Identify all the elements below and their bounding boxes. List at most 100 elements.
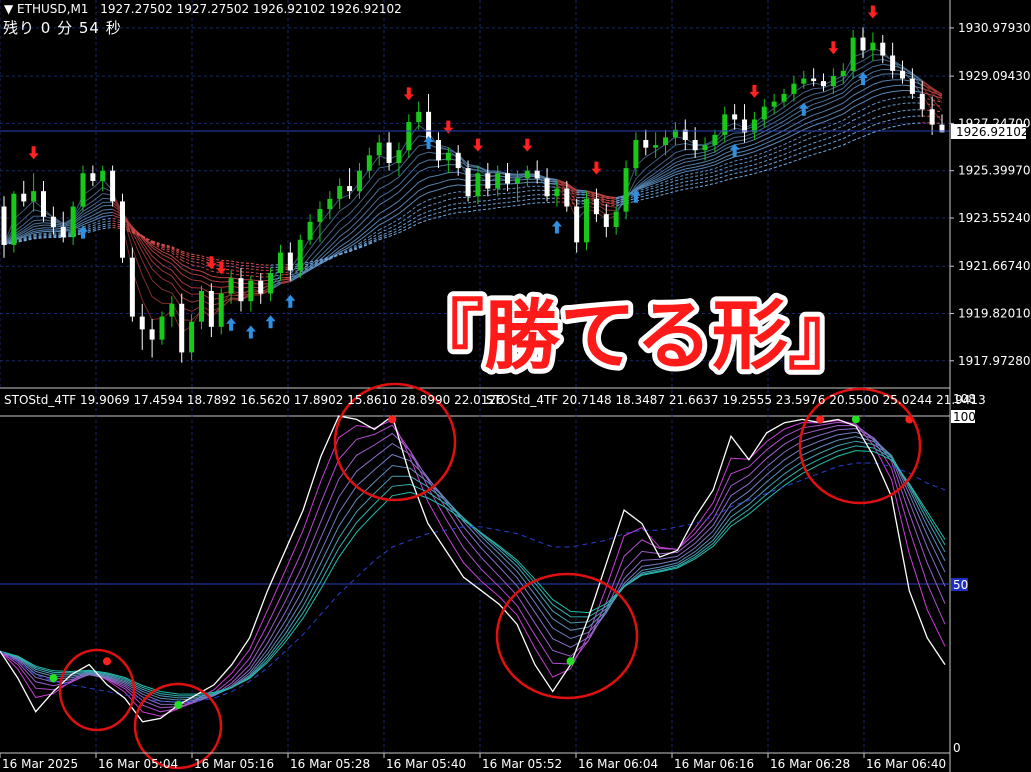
banner-title: 『勝てる形』	[408, 291, 864, 380]
candle-body	[712, 134, 718, 146]
candle-body	[208, 290, 214, 327]
ema-line-segment	[280, 276, 291, 279]
candle-body	[751, 119, 757, 133]
candle-body	[70, 206, 76, 238]
candle-body	[574, 206, 580, 243]
candle-body	[880, 42, 886, 56]
candle-body	[830, 75, 836, 87]
candle-body	[1, 206, 7, 245]
price-tick-label: 1930.97930	[958, 21, 1031, 35]
candle-body	[40, 191, 46, 217]
candle-body	[791, 83, 797, 94]
ema-line-segment	[576, 190, 587, 192]
sell-signal-dot	[102, 657, 111, 666]
candle-body	[416, 111, 422, 123]
candle-body	[870, 42, 876, 51]
candle-body	[119, 201, 125, 258]
candle-body	[129, 257, 135, 317]
candle-body	[406, 122, 412, 151]
candle-body	[396, 150, 402, 164]
candle-body	[169, 303, 175, 317]
candle-body	[90, 173, 96, 181]
symbol-label: ▼ ETHUSD,M1 1927.27502 1927.27502 1926.9…	[4, 2, 402, 16]
countdown-label: 残り 0 分 54 秒	[3, 19, 122, 37]
symbol-text: ETHUSD,M1	[17, 2, 88, 16]
candle-body	[742, 119, 748, 133]
candle-body	[722, 114, 728, 135]
candle-body	[593, 198, 599, 215]
candle-body	[347, 186, 353, 192]
candle-body	[909, 78, 915, 94]
candle-body	[732, 114, 738, 120]
candle-body	[287, 252, 293, 271]
candle-body	[781, 93, 787, 102]
candle-body	[643, 139, 649, 148]
candle-body	[198, 290, 204, 322]
candle-body	[31, 191, 37, 202]
candle-body	[850, 37, 856, 71]
candle-body	[840, 70, 846, 76]
candle-body	[426, 111, 432, 140]
sell-signal-dot	[816, 415, 825, 424]
buy-signal-dot	[174, 700, 183, 709]
candle-body	[337, 186, 343, 199]
time-tick-label: 16 Mar 06:28	[770, 757, 850, 771]
sell-signal-dot	[388, 415, 397, 424]
collapse-triangle-icon[interactable]: ▼	[4, 2, 17, 16]
candle-body	[900, 70, 906, 79]
ohlc-text: 1927.27502 1927.27502 1926.92102 1926.92…	[100, 2, 402, 16]
time-tick-label: 16 Mar 05:16	[194, 757, 274, 771]
buy-signal-dot	[566, 657, 575, 666]
buy-signal-dot	[851, 415, 860, 424]
candle-body	[149, 329, 155, 340]
candle-body	[475, 173, 481, 197]
candle-body	[277, 252, 283, 274]
osc-tick-50: 50	[953, 578, 968, 592]
candle-body	[623, 168, 629, 212]
candle-body	[110, 170, 116, 202]
buy-signal-dot	[49, 674, 58, 683]
candle-body	[386, 142, 392, 164]
candle-body	[327, 198, 333, 210]
candle-body	[60, 226, 66, 238]
candle-body	[139, 316, 145, 330]
candle-body	[356, 170, 362, 192]
candle-body	[238, 278, 244, 302]
candle-body	[258, 280, 264, 294]
candle-body	[495, 173, 501, 189]
chart-canvas: ▼ ETHUSD,M1 1927.27502 1927.27502 1926.9…	[0, 0, 1031, 772]
time-tick-label: 16 Mar 05:28	[290, 757, 370, 771]
candle-body	[544, 178, 550, 197]
candle-body	[633, 139, 639, 169]
candle-body	[268, 273, 274, 294]
price-tick-label: 1929.09430	[958, 69, 1031, 83]
candle-body	[811, 78, 817, 82]
indicator-label-1: STOStd_4TF 19.9069 17.4594 18.7892 16.56…	[4, 393, 504, 407]
time-tick-label: 16 Mar 06:04	[578, 757, 658, 771]
time-tick-label: 16 Mar 05:04	[98, 757, 178, 771]
ema-line-segment	[448, 171, 459, 174]
time-tick-label: 16 Mar 05:40	[386, 757, 466, 771]
candle-body	[860, 37, 866, 51]
candle-body	[21, 193, 27, 202]
candle-body	[455, 152, 461, 169]
time-tick-label: 16 Mar 06:16	[674, 757, 754, 771]
candle-body	[297, 239, 303, 271]
osc-tick-0: 0	[953, 741, 961, 755]
candle-body	[11, 193, 17, 245]
current-price-tag: 1926.92102	[951, 124, 1029, 139]
candle-body	[771, 101, 777, 107]
candle-body	[465, 168, 471, 197]
candle-body	[524, 170, 530, 179]
candle-body	[761, 106, 767, 120]
candle-body	[663, 137, 669, 146]
candle-body	[514, 178, 520, 184]
time-tick-label: 16 Mar 05:52	[482, 757, 562, 771]
candle-body	[317, 209, 323, 222]
candle-body	[307, 221, 313, 240]
candle-body	[218, 293, 224, 327]
candle-body	[584, 198, 590, 243]
candle-body	[80, 173, 86, 207]
osc-tick-100: 100	[953, 410, 976, 424]
candle-body	[50, 216, 56, 227]
